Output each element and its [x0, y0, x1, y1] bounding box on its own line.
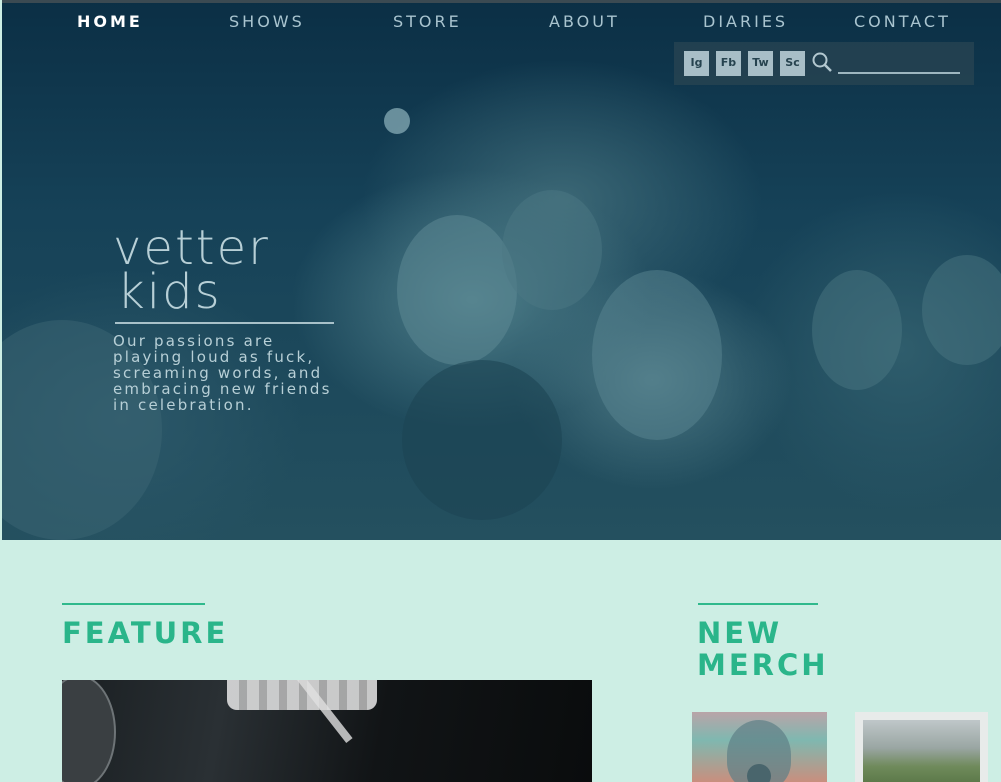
logo-line-2: kids: [117, 264, 222, 320]
feature-rule: [62, 603, 205, 605]
soundcloud-button[interactable]: Sc: [780, 51, 805, 76]
crowd-figure: [592, 270, 722, 440]
nav-home[interactable]: HOME: [77, 12, 143, 31]
facebook-button[interactable]: Fb: [716, 51, 741, 76]
crowd-figure: [922, 255, 1001, 365]
nav-store[interactable]: STORE: [393, 12, 462, 31]
instagram-button[interactable]: Ig: [684, 51, 709, 76]
feature-image-globe: [62, 680, 116, 782]
feature-image[interactable]: [62, 680, 592, 782]
crowd-figure: [402, 360, 562, 520]
merch-heading: NEW MERCH: [697, 617, 829, 681]
nav-diaries[interactable]: DIARIES: [703, 12, 788, 31]
twitter-button[interactable]: Tw: [748, 51, 773, 76]
crowd-figure: [397, 215, 517, 365]
logo-divider: [115, 322, 334, 324]
social-search-bar: Ig Fb Tw Sc: [674, 42, 974, 85]
crowd-figure: [812, 270, 902, 390]
band-tagline: Our passions are playing loud as fuck, s…: [113, 332, 332, 414]
feature-heading: FEATURE: [62, 616, 229, 650]
merch-heading-line-1: NEW: [697, 616, 783, 650]
merch-heading-line-2: MERCH: [697, 648, 829, 682]
search-icon[interactable]: [810, 50, 834, 74]
band-logo: vetter kids: [113, 224, 270, 320]
merch-item-2-photo: [863, 720, 980, 782]
merch-rule: [698, 603, 818, 605]
merch-item-1[interactable]: [692, 712, 827, 782]
stage-light: [384, 108, 410, 134]
merch-item-2[interactable]: [855, 712, 988, 782]
crowd-figure: [502, 190, 602, 310]
main-nav: HOME SHOWS STORE ABOUT DIARIES CONTACT: [2, 0, 1001, 44]
merch-item-1-circle: [747, 764, 771, 782]
nav-about[interactable]: ABOUT: [549, 12, 620, 31]
search-input[interactable]: [838, 50, 960, 74]
nav-contact[interactable]: CONTACT: [854, 12, 951, 31]
nav-shows[interactable]: SHOWS: [229, 12, 305, 31]
